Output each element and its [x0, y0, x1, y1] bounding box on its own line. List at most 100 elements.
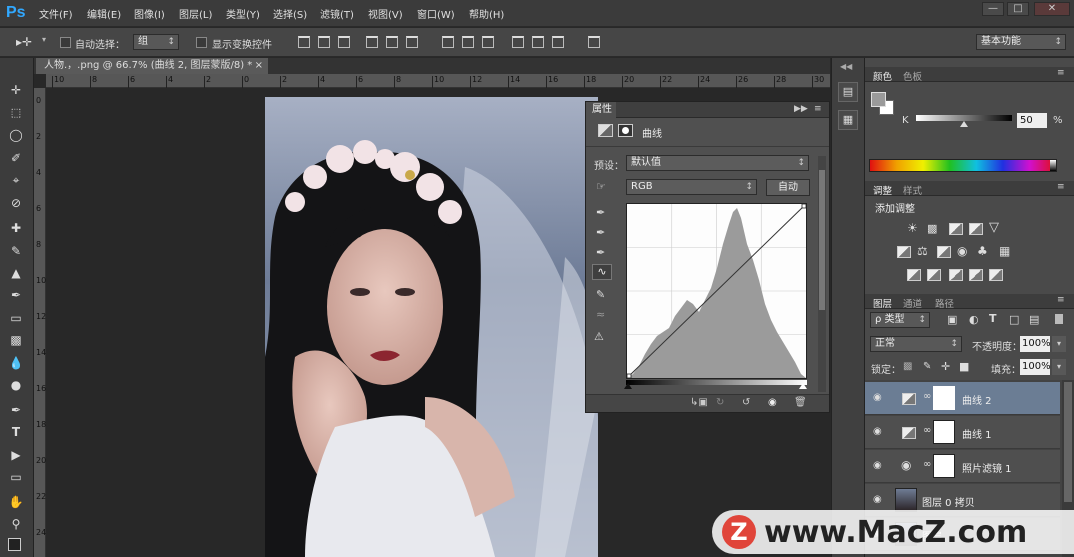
clone-stamp-tool-icon[interactable]: ▲	[5, 263, 27, 283]
layer-name[interactable]: 图层 0 拷贝	[922, 494, 975, 509]
threshold-icon[interactable]	[949, 269, 963, 281]
filter-toggle-icon[interactable]	[1055, 314, 1063, 324]
align-vcenter-icon[interactable]	[318, 36, 330, 48]
view-previous-icon[interactable]: ↻	[716, 397, 724, 408]
auto-button[interactable]: 自动	[766, 179, 810, 196]
close-window-button[interactable]: ✕	[1034, 2, 1070, 16]
filter-pixel-icon[interactable]: ▣	[947, 313, 957, 326]
align-right-icon[interactable]	[406, 36, 418, 48]
visibility-eye-icon[interactable]: ◉	[873, 392, 887, 404]
brush-tool-icon[interactable]: ✎	[5, 241, 27, 261]
lasso-tool-icon[interactable]: ◯	[5, 125, 27, 145]
healing-brush-tool-icon[interactable]: ✚	[5, 218, 27, 238]
color-balance-icon[interactable]: ⚖	[917, 244, 928, 258]
distribute-right-icon[interactable]	[552, 36, 564, 48]
visibility-eye-icon[interactable]: ◉	[873, 460, 887, 472]
on-image-adjust-icon[interactable]: ☞	[596, 180, 606, 193]
filter-smart-object-icon[interactable]: ▤	[1029, 313, 1039, 326]
tab-channels[interactable]: 通道	[903, 296, 922, 310]
layer-filter-dropdown[interactable]: ρ 类型	[870, 312, 930, 328]
lock-all-icon[interactable]: ■	[959, 360, 969, 373]
exposure-icon[interactable]	[969, 223, 983, 235]
link-icon[interactable]: ∞	[923, 391, 931, 402]
collapse-panel-icon[interactable]: ▶▶	[794, 104, 808, 114]
rectangle-tool-icon[interactable]: ▭	[5, 467, 27, 487]
menu-select[interactable]: 选择(S)	[273, 6, 307, 21]
layer-name[interactable]: 曲线 1	[962, 426, 992, 441]
show-transform-checkbox[interactable]	[196, 37, 207, 48]
tab-color[interactable]: 颜色	[873, 69, 892, 83]
history-brush-tool-icon[interactable]: ✒	[5, 285, 27, 305]
black-white-icon[interactable]	[937, 246, 951, 258]
selective-color-icon[interactable]	[969, 269, 983, 281]
properties-panel-icon[interactable]: ▦	[838, 110, 858, 130]
tab-paths[interactable]: 路径	[935, 296, 954, 310]
color-lookup-icon[interactable]: ▦	[999, 244, 1010, 258]
tab-layers[interactable]: 图层	[873, 296, 892, 310]
layer-mask-thumbnail[interactable]	[933, 454, 955, 478]
delete-adjustment-icon[interactable]: 🗑	[794, 397, 807, 408]
foreground-color-chip[interactable]	[871, 92, 886, 107]
tab-swatches[interactable]: 色板	[903, 69, 922, 83]
lock-position-icon[interactable]: ✛	[941, 360, 950, 373]
filter-adjustment-icon[interactable]: ◐	[969, 313, 979, 326]
eraser-tool-icon[interactable]: ▭	[5, 308, 27, 328]
expand-dock-icon[interactable]: ◀◀	[840, 62, 852, 71]
channel-dropdown[interactable]: RGB	[626, 179, 757, 195]
layer-row[interactable]: ◉ ∞ 曲线 1	[865, 416, 1060, 449]
layer-row[interactable]: ◉ ∞ 曲线 2	[865, 382, 1060, 415]
filter-shape-icon[interactable]: □	[1009, 313, 1019, 326]
brightness-contrast-icon[interactable]: ☀	[907, 221, 918, 235]
curve-point-tool-icon[interactable]: ∿	[592, 264, 612, 280]
document-tab[interactable]: 人物.，.png @ 66.7% (曲线 2, 图层蒙版/8) * ×	[36, 58, 268, 74]
align-top-icon[interactable]	[298, 36, 310, 48]
align-left-icon[interactable]	[366, 36, 378, 48]
distribute-left-icon[interactable]	[512, 36, 524, 48]
white-point-eyedropper-icon[interactable]: ✒	[596, 246, 605, 259]
k-value-field[interactable]: 50	[1017, 113, 1047, 128]
quick-select-tool-icon[interactable]: ✐	[5, 148, 27, 168]
workspace-dropdown[interactable]: 基本功能	[976, 34, 1066, 50]
visibility-eye-icon[interactable]: ◉	[873, 426, 887, 438]
panel-menu-icon[interactable]: ≡	[1057, 68, 1065, 78]
align-bottom-icon[interactable]	[338, 36, 350, 48]
layer-mask-thumbnail[interactable]	[933, 420, 955, 444]
preset-dropdown[interactable]: 默认值	[626, 155, 809, 171]
marquee-tool-icon[interactable]: ⬚	[5, 103, 27, 123]
white-input-slider[interactable]	[799, 383, 807, 389]
gradient-map-icon[interactable]	[989, 269, 1003, 281]
pencil-tool-icon[interactable]: ✎	[596, 288, 605, 301]
layer-mask-icon[interactable]	[618, 124, 633, 137]
panel-menu-icon[interactable]: ≡	[1057, 182, 1065, 192]
levels-icon[interactable]: ▩	[927, 222, 937, 235]
minimize-button[interactable]: —	[982, 2, 1004, 16]
hue-saturation-icon[interactable]	[897, 246, 911, 258]
layer-name[interactable]: 照片滤镜 1	[962, 460, 1012, 475]
panel-menu-icon[interactable]: ≡	[1057, 295, 1065, 305]
menu-help[interactable]: 帮助(H)	[469, 6, 504, 21]
move-tool-preset-icon[interactable]: ▸✛	[16, 35, 32, 49]
properties-tab[interactable]: 属性	[586, 102, 616, 118]
menu-view[interactable]: 视图(V)	[368, 6, 403, 21]
tab-styles[interactable]: 样式	[903, 183, 922, 197]
layer-thumbnail[interactable]	[895, 488, 917, 512]
menu-edit[interactable]: 编辑(E)	[87, 6, 121, 21]
distribute-vcenter-icon[interactable]	[462, 36, 474, 48]
visibility-eye-icon[interactable]: ◉	[873, 494, 887, 506]
visibility-eye-icon[interactable]: ◉	[768, 397, 777, 408]
crop-tool-icon[interactable]: ⌖	[5, 170, 27, 190]
posterize-icon[interactable]	[927, 269, 941, 281]
gradient-tool-icon[interactable]: ▩	[5, 330, 27, 350]
lock-transparent-icon[interactable]: ▩	[903, 361, 912, 372]
move-tool-icon[interactable]: ✛	[5, 80, 27, 100]
properties-scrollbar[interactable]	[818, 156, 826, 392]
history-panel-icon[interactable]: ▤	[838, 82, 858, 102]
auto-align-icon[interactable]	[588, 36, 600, 48]
filter-type-icon[interactable]: T	[989, 312, 997, 325]
layer-row[interactable]: ◉ ◉ ∞ 照片滤镜 1	[865, 450, 1060, 483]
opacity-dropdown-icon[interactable]: ▾	[1052, 336, 1066, 352]
channel-mixer-icon[interactable]: ♣	[977, 244, 988, 258]
menu-file[interactable]: 文件(F)	[39, 6, 73, 21]
hand-tool-icon[interactable]: ✋	[5, 492, 27, 512]
fill-field[interactable]: 100%	[1020, 359, 1051, 375]
